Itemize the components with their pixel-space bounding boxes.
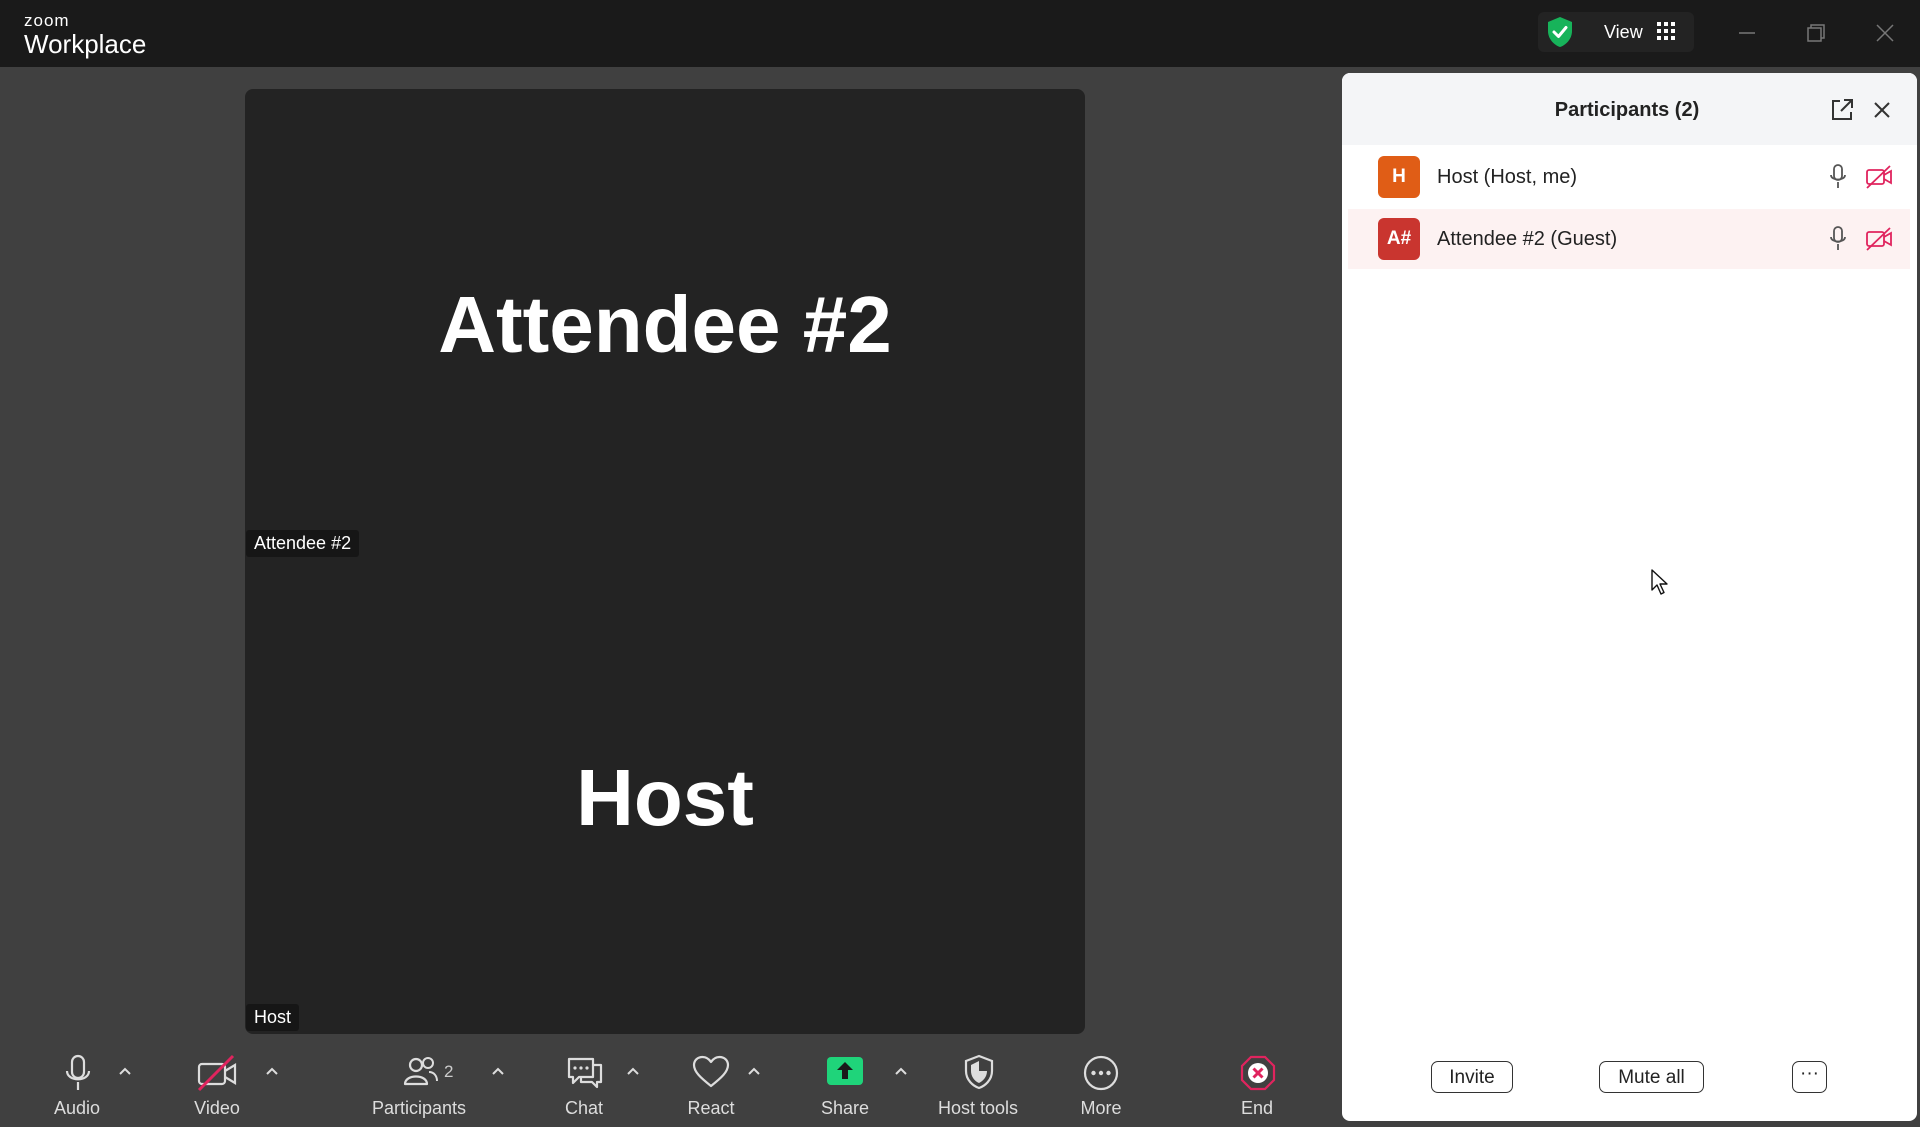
chat-options-chevron-icon[interactable] [626,1066,640,1076]
participants-count-badge: 2 [444,1062,454,1081]
end-icon [1240,1055,1276,1091]
host-tools-label: Host tools [937,1098,1019,1118]
panel-header: Participants (2) [1342,73,1917,145]
app-logo: zoom Workplace [24,11,147,59]
minimize-icon[interactable] [1730,16,1764,50]
encryption-shield-icon[interactable] [1546,16,1574,48]
react-button[interactable]: React [686,1054,746,1120]
mouse-cursor-icon [1651,569,1668,595]
participant-row-host[interactable]: H Host (Host, me) [1348,147,1910,207]
chat-icon [567,1057,603,1089]
end-meeting-button[interactable]: End [1228,1054,1288,1120]
panel-more-button[interactable]: ··· [1792,1061,1827,1093]
avatar: A# [1378,218,1420,260]
restore-icon[interactable] [1799,16,1833,50]
host-name-tag: Host [246,1004,300,1031]
more-label: More [1080,1098,1122,1118]
video-button[interactable]: Video [190,1054,250,1120]
more-dots-icon [1083,1055,1119,1091]
share-options-chevron-icon[interactable] [894,1066,908,1076]
audio-options-chevron-icon[interactable] [118,1066,132,1076]
participant-name: Host (Host, me) [1437,166,1578,188]
react-options-chevron-icon[interactable] [747,1066,761,1076]
close-panel-icon[interactable] [1869,97,1895,123]
microphone-icon [65,1054,91,1090]
host-display-name: Host [576,753,754,842]
microphone-icon[interactable] [1828,225,1848,253]
chat-label: Chat [564,1098,604,1118]
host-tools-button[interactable]: Host tools [930,1054,1026,1120]
audio-button[interactable]: Audio [48,1054,108,1120]
logo-workplace: Workplace [24,29,147,59]
attendee-display-name: Attendee #2 [438,280,892,369]
host-tools-shield-icon [964,1054,994,1090]
heart-icon [692,1055,730,1088]
title-bar: zoom Workplace View [0,0,1920,67]
participants-label: Participants [371,1098,467,1118]
logo-zoom: zoom [24,11,70,30]
video-off-icon[interactable] [1864,163,1894,191]
participants-options-chevron-icon[interactable] [491,1066,505,1076]
view-button[interactable]: View [1604,22,1643,43]
participant-name: Attendee #2 (Guest) [1437,228,1618,250]
video-options-chevron-icon[interactable] [265,1066,279,1076]
panel-title: Participants (2) [1554,99,1700,121]
participants-button[interactable]: Participants [370,1054,470,1120]
video-label: Video [194,1098,240,1118]
video-off-icon[interactable] [1864,225,1894,253]
attendee-name-tag: Attendee #2 [246,530,360,557]
pop-out-icon[interactable] [1829,97,1855,123]
microphone-icon[interactable] [1828,163,1848,191]
end-label: End [1240,1098,1274,1118]
chat-button[interactable]: Chat [560,1054,620,1120]
participants-panel: Participants (2) H Host (Host, me) A# At… [1342,73,1917,1121]
share-label: Share [820,1098,870,1118]
mute-all-button[interactable]: Mute all [1599,1061,1704,1093]
react-label: React [687,1098,735,1118]
close-window-icon[interactable] [1868,16,1902,50]
participant-row-attendee[interactable]: A# Attendee #2 (Guest) [1348,209,1910,269]
more-button[interactable]: More [1072,1054,1132,1120]
audio-label: Audio [53,1098,101,1118]
participants-icon [403,1057,438,1086]
invite-button[interactable]: Invite [1431,1061,1513,1093]
avatar: H [1378,156,1420,198]
share-screen-icon [827,1057,863,1085]
video-off-icon [197,1054,237,1092]
video-gallery[interactable]: Attendee #2 Host [245,89,1085,1034]
share-button[interactable]: Share [816,1054,876,1120]
grid-icon[interactable] [1657,22,1675,40]
